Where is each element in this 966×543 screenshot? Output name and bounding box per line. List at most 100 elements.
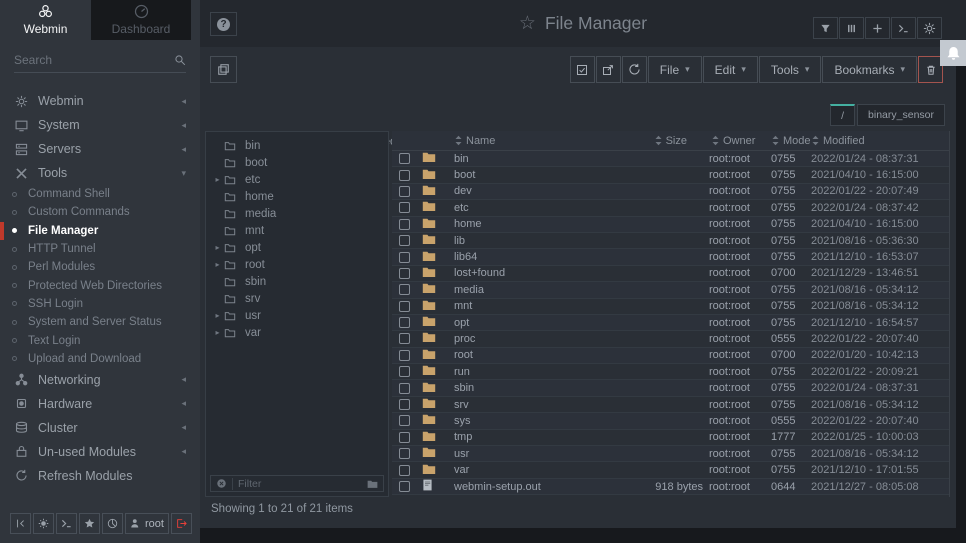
tree-expand-icon[interactable]: ▸ — [206, 260, 223, 269]
table-row-home[interactable]: homeroot:root07552021/04/10 - 16:15:00 — [392, 217, 949, 233]
row-checkbox[interactable] — [399, 415, 410, 426]
toggle-theme-button[interactable] — [33, 513, 54, 534]
table-row-webmin-setup-out[interactable]: webmin-setup.out918 bytesroot:root064420… — [392, 479, 949, 495]
row-checkbox[interactable] — [399, 350, 410, 361]
tree-item-srv[interactable]: srv — [206, 290, 388, 307]
table-row-boot[interactable]: bootroot:root07552021/04/10 - 16:15:00 — [392, 167, 949, 183]
clear-filter-icon[interactable] — [216, 478, 227, 489]
table-row-srv[interactable]: srvroot:root07552021/08/16 - 05:34:12 — [392, 397, 949, 413]
open-in-button[interactable] — [596, 56, 621, 83]
column-header-modified[interactable]: Modified — [811, 135, 949, 147]
row-checkbox[interactable] — [399, 317, 410, 328]
table-row-opt[interactable]: optroot:root07552021/12/10 - 16:54:57 — [392, 315, 949, 331]
table-row-mnt[interactable]: mntroot:root07552021/08/16 - 05:34:12 — [392, 299, 949, 315]
tree-item-sbin[interactable]: sbin — [206, 273, 388, 290]
sidebar-item-tools[interactable]: Tools▾ — [0, 161, 200, 185]
tree-expand-icon[interactable]: ▸ — [206, 328, 223, 337]
add-button[interactable] — [865, 17, 890, 39]
open-terminal-button[interactable] — [56, 513, 77, 534]
sidebar-item-un-used-modules[interactable]: Un-used Modules◂ — [0, 440, 200, 464]
tree-item-home[interactable]: home — [206, 188, 388, 205]
row-checkbox[interactable] — [399, 219, 410, 230]
path-tab-binary-sensor[interactable]: binary_sensor — [857, 104, 945, 126]
row-checkbox[interactable] — [399, 235, 410, 246]
column-header-owner[interactable]: Owner — [709, 135, 771, 147]
select-all-button[interactable] — [570, 56, 595, 83]
table-row-run[interactable]: runroot:root07552022/01/22 - 20:09:21 — [392, 364, 949, 380]
table-row-root[interactable]: rootroot:root07002022/01/20 - 10:42:13 — [392, 348, 949, 364]
logout-button[interactable] — [171, 513, 192, 534]
tree-item-boot[interactable]: boot — [206, 154, 388, 171]
tree-filter-input[interactable] — [232, 478, 362, 490]
sidebar-item-upload-and-download[interactable]: Upload and Download — [0, 350, 200, 368]
sidebar-item-protected-web-directories[interactable]: Protected Web Directories — [0, 276, 200, 294]
sidebar-item-servers[interactable]: Servers◂ — [0, 137, 200, 161]
settings-button[interactable] — [917, 17, 942, 39]
table-row-var[interactable]: varroot:root07552021/12/10 - 17:01:55 — [392, 462, 949, 478]
sidebar-item-hardware[interactable]: Hardware◂ — [0, 392, 200, 416]
sidebar-item-text-login[interactable]: Text Login — [0, 331, 200, 349]
row-checkbox[interactable] — [399, 268, 410, 279]
sidebar-item-custom-commands[interactable]: Custom Commands — [0, 203, 200, 221]
row-checkbox[interactable] — [399, 170, 410, 181]
table-row-usr[interactable]: usrroot:root07552021/08/16 - 05:34:12 — [392, 446, 949, 462]
table-row-tmp[interactable]: tmproot:root17772022/01/25 - 10:00:03 — [392, 430, 949, 446]
table-row-proc[interactable]: procroot:root05552022/01/22 - 20:07:40 — [392, 331, 949, 347]
row-checkbox[interactable] — [399, 481, 410, 492]
sidebar-item-system-and-server-status[interactable]: System and Server Status — [0, 313, 200, 331]
row-checkbox[interactable] — [399, 333, 410, 344]
row-checkbox[interactable] — [399, 448, 410, 459]
table-row-lib[interactable]: libroot:root07552021/08/16 - 05:36:30 — [392, 233, 949, 249]
tree-item-bin[interactable]: bin — [206, 137, 388, 154]
notifications-button[interactable] — [940, 40, 966, 66]
menu-file-button[interactable]: File▾ — [648, 56, 702, 83]
table-row-etc[interactable]: etcroot:root07552022/01/24 - 08:37:42 — [392, 200, 949, 216]
shell-button[interactable] — [891, 17, 916, 39]
table-row-dev[interactable]: devroot:root07552022/01/22 - 20:07:49 — [392, 184, 949, 200]
sidebar-item-system[interactable]: System◂ — [0, 113, 200, 137]
column-header-size[interactable]: Size — [599, 135, 709, 147]
sidebar-item-webmin[interactable]: Webmin◂ — [0, 89, 200, 113]
sidebar-item-http-tunnel[interactable]: HTTP Tunnel — [0, 240, 200, 258]
row-checkbox[interactable] — [399, 399, 410, 410]
favorites-button[interactable] — [79, 513, 100, 534]
sidebar-item-refresh-modules[interactable]: Refresh Modules — [0, 464, 200, 488]
sidebar-item-perl-modules[interactable]: Perl Modules — [0, 258, 200, 276]
filter-button[interactable] — [813, 17, 838, 39]
sidebar-item-ssh-login[interactable]: SSH Login — [0, 295, 200, 313]
row-checkbox[interactable] — [399, 153, 410, 164]
tab-webmin[interactable]: Webmin — [0, 0, 91, 40]
menu-edit-button[interactable]: Edit▾ — [703, 56, 758, 83]
refresh-button[interactable] — [622, 56, 647, 83]
tree-item-usr[interactable]: ▸usr — [206, 307, 388, 324]
table-row-bin[interactable]: binroot:root07552022/01/24 - 08:37:31 — [392, 151, 949, 167]
row-checkbox[interactable] — [399, 252, 410, 263]
search-input[interactable] — [14, 53, 174, 67]
path-tab-[interactable]: / — [830, 104, 855, 126]
tab-dashboard[interactable]: Dashboard — [91, 0, 191, 40]
row-checkbox[interactable] — [399, 432, 410, 443]
tree-item-opt[interactable]: ▸opt — [206, 239, 388, 256]
table-row-sbin[interactable]: sbinroot:root07552022/01/24 - 08:37:31 — [392, 380, 949, 396]
table-row-lib64[interactable]: lib64root:root07552021/12/10 - 16:53:07 — [392, 249, 949, 265]
theme-palette-button[interactable] — [102, 513, 123, 534]
help-button[interactable]: ? — [210, 12, 237, 36]
tree-item-var[interactable]: ▸var — [206, 324, 388, 341]
tree-expand-icon[interactable]: ▸ — [206, 175, 223, 184]
columns-button[interactable] — [839, 17, 864, 39]
column-header-name[interactable]: Name — [454, 135, 599, 147]
current-user-button[interactable]: root — [125, 513, 169, 534]
row-checkbox[interactable] — [399, 465, 410, 476]
collapse-sidebar-button[interactable] — [10, 513, 31, 534]
tree-item-media[interactable]: media — [206, 205, 388, 222]
column-header-mode[interactable]: Mode — [771, 135, 811, 147]
row-checkbox[interactable] — [399, 383, 410, 394]
tree-item-root[interactable]: ▸root — [206, 256, 388, 273]
row-checkbox[interactable] — [399, 366, 410, 377]
tree-expand-icon[interactable]: ▸ — [206, 243, 223, 252]
sidebar-item-command-shell[interactable]: Command Shell — [0, 185, 200, 203]
tree-expand-icon[interactable]: ▸ — [206, 311, 223, 320]
table-row-media[interactable]: mediaroot:root07552021/08/16 - 05:34:12 — [392, 282, 949, 298]
tree-item-etc[interactable]: ▸etc — [206, 171, 388, 188]
sidebar-item-file-manager[interactable]: File Manager — [0, 222, 200, 240]
